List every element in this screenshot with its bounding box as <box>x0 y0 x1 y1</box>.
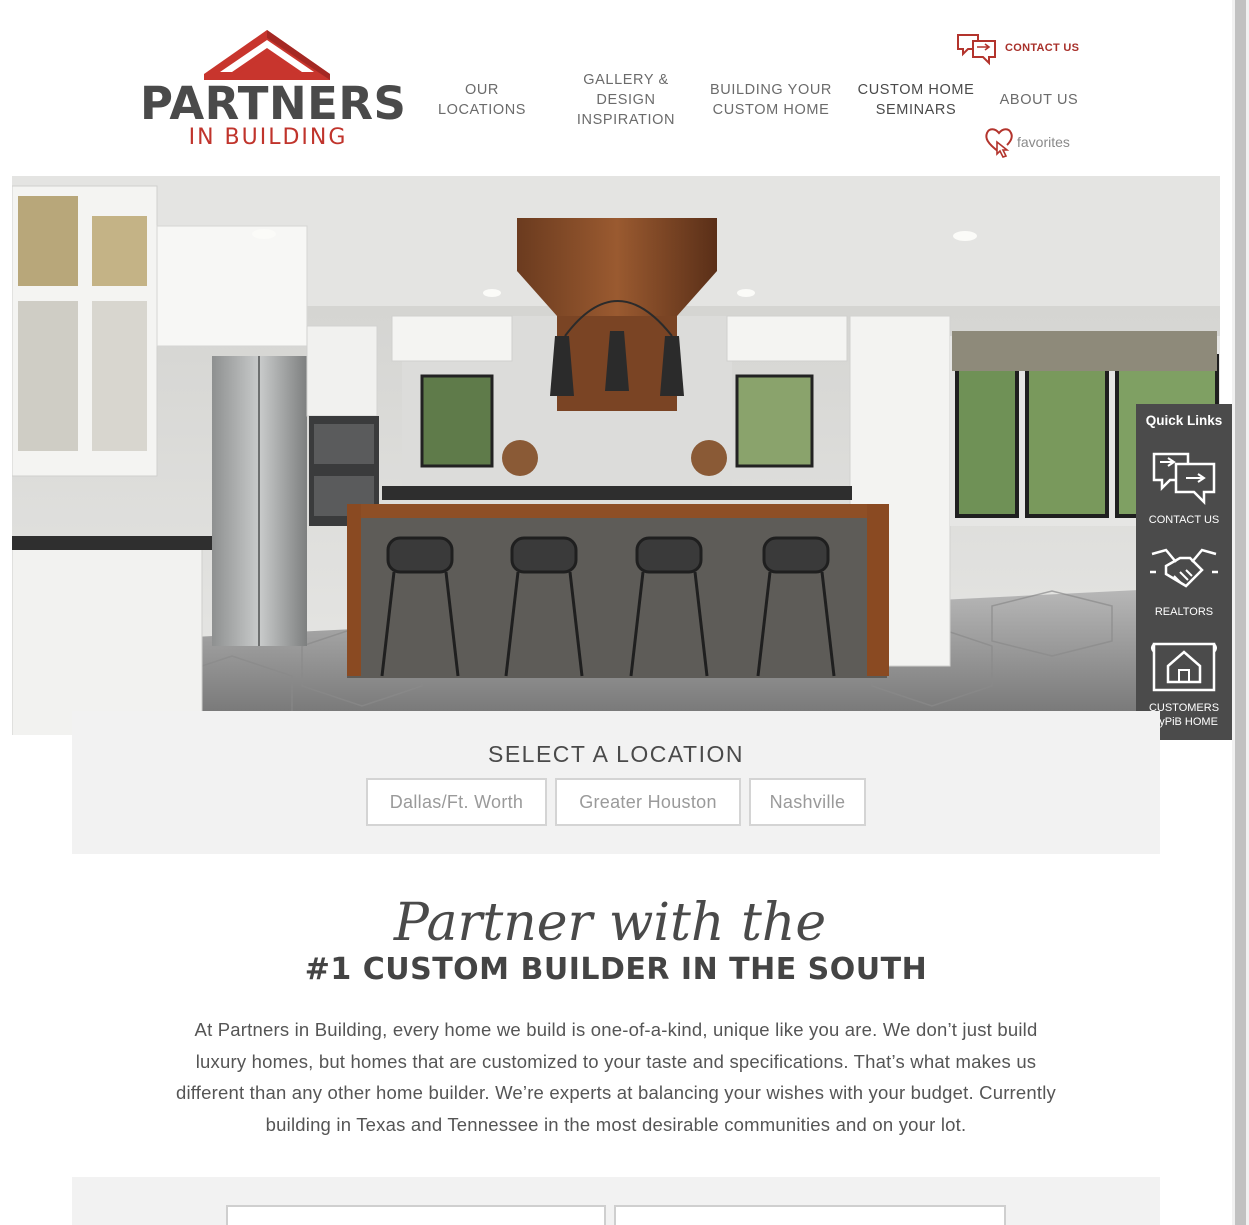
nav-label-line: GALLERY & <box>583 72 669 88</box>
intro-line: At Partners in Building, every home we b… <box>194 1019 1038 1040</box>
location-dallas-button[interactable]: Dallas/Ft. Worth <box>366 778 547 826</box>
roof-logo-icon <box>204 30 330 80</box>
quick-links-title: Quick Links <box>1145 413 1223 428</box>
favorites-label: favorites <box>1017 134 1070 150</box>
location-nashville-button[interactable]: Nashville <box>749 778 866 826</box>
quick-link-label: CONTACT US <box>1148 514 1220 526</box>
script-tagline: Partner with the <box>0 878 1232 963</box>
hero-kitchen-image <box>12 176 1220 735</box>
script-tagline-text: Partner with the <box>393 893 826 953</box>
intro-line: different than any other home builder. W… <box>175 1082 1056 1103</box>
intro-line: luxury homes, but homes that are customi… <box>195 1050 1037 1072</box>
header-contact-link[interactable]: CONTACT US <box>955 28 1080 68</box>
quick-link-label: REALTORS <box>1154 606 1214 618</box>
quick-links-panel: Quick Links CONTACT US REALTORS CUSTOMER… <box>1136 404 1232 740</box>
nav-gallery-design-inspiration[interactable]: GALLERY & DESIGN INSPIRATION <box>570 70 682 130</box>
intro-line: building in Texas and Tennessee in the m… <box>265 1113 967 1135</box>
nav-building-your-custom-home[interactable]: BUILDING YOUR CUSTOM HOME <box>704 80 838 120</box>
heart-pointer-icon <box>985 128 1013 158</box>
location-select-heading: SELECT A LOCATION <box>487 741 744 767</box>
house-blueprint-icon <box>1151 642 1217 692</box>
feature-cards-band <box>72 1177 1160 1225</box>
header-contact-label: CONTACT US <box>1005 42 1080 54</box>
nav-label-line: SEMINARS <box>875 102 957 118</box>
favorites-link[interactable]: favorites <box>983 124 1083 160</box>
nav-label-line: INSPIRATION <box>576 112 676 128</box>
nav-label-line: DESIGN <box>596 92 656 108</box>
site-header: PARTNERS IN BUILDING OUR LOCATIONS GALLER… <box>0 0 1232 176</box>
feature-card[interactable] <box>614 1205 1006 1225</box>
nav-label-line: CUSTOM HOME <box>712 102 830 118</box>
script-tagline-art: Partner with the <box>393 893 826 953</box>
location-houston-button[interactable]: Greater Houston <box>555 778 741 826</box>
quick-link-contact-us[interactable]: CONTACT US <box>1136 446 1232 527</box>
nav-label-line: ABOUT US <box>999 92 1079 108</box>
feature-card[interactable] <box>226 1205 606 1225</box>
brand-logo[interactable]: PARTNERS IN BUILDING <box>140 26 407 156</box>
scrollbar-thumb[interactable] <box>1235 0 1246 1225</box>
nav-custom-home-seminars[interactable]: CUSTOM HOME SEMINARS <box>850 80 982 120</box>
location-select: SELECT A LOCATION Dallas/Ft. Worth Great… <box>72 711 1160 854</box>
nav-about-us[interactable]: ABOUT US <box>994 90 1084 110</box>
hero-illustration <box>12 176 1220 735</box>
page-scrollbar[interactable] <box>1232 0 1249 1225</box>
nav-label-line: CUSTOM HOME <box>857 82 975 98</box>
page-heading: #1 CUSTOM BUILDER IN THE SOUTH <box>304 952 928 987</box>
intro-paragraph: At Partners in Building, every home we b… <box>110 1014 1122 1140</box>
brand-tagline: IN BUILDING <box>188 125 348 150</box>
nav-label-line: LOCATIONS <box>437 102 527 118</box>
handshake-icon <box>1150 548 1218 588</box>
nav-label-line: OUR <box>464 82 500 98</box>
brand-name: PARTNERS <box>140 77 407 130</box>
nav-label-line: BUILDING YOUR <box>710 82 832 98</box>
chat-bubbles-icon <box>1152 452 1216 506</box>
quick-link-realtors[interactable]: REALTORS <box>1136 544 1232 619</box>
chat-bubbles-icon <box>957 34 996 66</box>
nav-our-locations[interactable]: OUR LOCATIONS <box>432 80 532 120</box>
